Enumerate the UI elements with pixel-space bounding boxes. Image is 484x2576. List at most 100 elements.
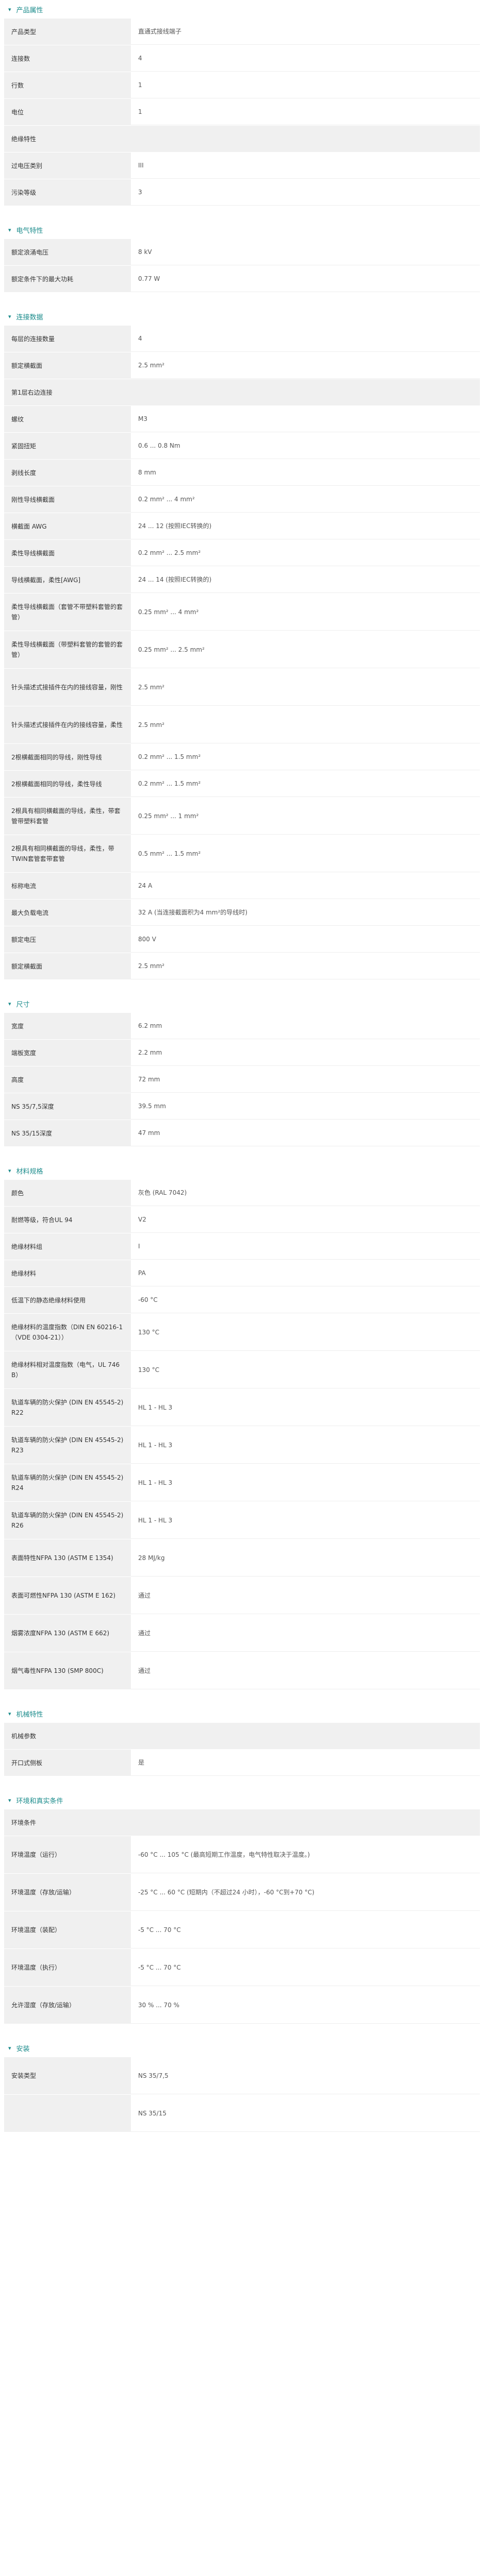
spec-value: PA: [131, 1260, 480, 1286]
spec-value: 3: [131, 179, 480, 206]
spec-label: 绝缘材料: [4, 1260, 131, 1286]
spec-label: 横截面 AWG: [4, 513, 131, 539]
subgroup-header: 绝缘特性: [4, 126, 480, 152]
spec-label: [4, 2095, 131, 2132]
spec-section: ▾ 安装 安装类型 NS 35/7,5 NS 35/15: [4, 2039, 480, 2147]
spec-value: 24 A: [131, 873, 480, 899]
spec-label: 额定条件下的最大功耗: [4, 266, 131, 292]
spec-value: 72 mm: [131, 1066, 480, 1093]
spec-value: 0.25 mm² ... 1 mm²: [131, 798, 480, 835]
spec-value: III: [131, 152, 480, 179]
chevron-down-icon: ▾: [8, 6, 11, 13]
spec-row: 最大负载电流 32 A (当连接截面积为4 mm²的导线时): [4, 900, 480, 926]
chevron-down-icon: ▾: [8, 2044, 11, 2052]
spec-section: ▾ 电气特性 额定浪涌电压 8 kV 额定条件下的最大功耗 0.77 W: [4, 221, 480, 307]
spec-label: 烟雾浓度NFPA 130 (ASTM E 662): [4, 1615, 131, 1652]
spec-value: 2.5 mm²: [131, 706, 480, 743]
spec-value: NS 35/7,5: [131, 2057, 480, 2094]
spec-label: 最大负载电流: [4, 900, 131, 926]
spec-label: 宽度: [4, 1013, 131, 1039]
spec-value: 0.2 mm² ... 2.5 mm²: [131, 540, 480, 566]
spec-row: 环境温度（存放/运输） -25 °C ... 60 °C (短期内（不超过24 小…: [4, 1874, 480, 1911]
spec-value: 47 mm: [131, 1120, 480, 1146]
spec-label: 剥线长度: [4, 460, 131, 486]
spec-row: 耐燃等级，符合UL 94 V2: [4, 1207, 480, 1233]
subgroup-header: 环境条件: [4, 1809, 480, 1836]
spec-row: 柔性导线横截面（套管不带塑料套管的套管） 0.25 mm² ... 4 mm²: [4, 594, 480, 631]
spec-row: 绝缘材料 PA: [4, 1260, 480, 1287]
spec-value: 0.25 mm² ... 4 mm²: [131, 594, 480, 631]
spec-label: 低温下的静态绝缘材料使用: [4, 1287, 131, 1313]
spec-label: 绝缘材料的温度指数（DIN EN 60216-1（VDE 0304-21））: [4, 1314, 131, 1351]
section-header[interactable]: ▾ 安装: [4, 2039, 480, 2057]
spec-row: 针头描述式接插件在内的接线容量，刚性 2.5 mm²: [4, 669, 480, 706]
spec-label: 柔性导线横截面（带塑料套管的套管的套管）: [4, 631, 131, 668]
spec-row: 每层的连接数量 4: [4, 326, 480, 352]
spec-value: 0.77 W: [131, 266, 480, 292]
spec-row: 绝缘材料的温度指数（DIN EN 60216-1（VDE 0304-21）） 13…: [4, 1314, 480, 1351]
spec-row: 柔性导线横截面（带塑料套管的套管的套管） 0.25 mm² ... 2.5 mm²: [4, 631, 480, 669]
spec-row: 额定浪涌电压 8 kV: [4, 239, 480, 266]
spec-label: 标称电流: [4, 873, 131, 899]
spec-label: 污染等级: [4, 179, 131, 206]
spec-row: 标称电流 24 A: [4, 873, 480, 900]
spec-row: 2根横截面相同的导线，刚性导线 0.2 mm² ... 1.5 mm²: [4, 744, 480, 771]
spec-label: 针头描述式接插件在内的接线容量，柔性: [4, 706, 131, 743]
spec-value: 0.5 mm² ... 1.5 mm²: [131, 835, 480, 872]
spec-value: 0.25 mm² ... 2.5 mm²: [131, 631, 480, 668]
spec-row: 导线横截面，柔性[AWG] 24 ... 14 (按照IEC转换的): [4, 567, 480, 594]
spec-label: 紧固扭矩: [4, 433, 131, 459]
spec-label: 2根具有相同横截面的导线，柔性，带TWIN套管套带套管: [4, 835, 131, 872]
section-header[interactable]: ▾ 机械特性: [4, 1704, 480, 1723]
spec-label: 电位: [4, 99, 131, 125]
chevron-down-icon: ▾: [8, 1167, 11, 1174]
spec-value: HL 1 - HL 3: [131, 1389, 480, 1426]
spec-label: NS 35/15深度: [4, 1120, 131, 1146]
spec-row: 绝缘材料组 I: [4, 1233, 480, 1260]
spec-value: 4: [131, 326, 480, 352]
spec-label: 产品类型: [4, 19, 131, 45]
spec-label: 行数: [4, 72, 131, 98]
spec-row: 允许湿度（存放/运输） 30 % ... 70 %: [4, 1987, 480, 2024]
spec-value: -5 °C ... 70 °C: [131, 1949, 480, 1986]
section-header[interactable]: ▾ 电气特性: [4, 221, 480, 239]
spec-row: 2根具有相同横截面的导线，柔性，带TWIN套管套带套管 0.5 mm² ... 1…: [4, 835, 480, 873]
section-header[interactable]: ▾ 环境和真实条件: [4, 1791, 480, 1809]
spec-value: HL 1 - HL 3: [131, 1427, 480, 1464]
spec-value: M3: [131, 406, 480, 432]
section-header[interactable]: ▾ 连接数据: [4, 307, 480, 326]
spec-row: 轨道车辆的防火保护 (DIN EN 45545-2) R23 HL 1 - HL …: [4, 1427, 480, 1464]
spec-row: 额定电压 800 V: [4, 926, 480, 953]
spec-row: 横截面 AWG 24 ... 12 (按照IEC转换的): [4, 513, 480, 540]
spec-label: 额定电压: [4, 926, 131, 953]
spec-label: 连接数: [4, 45, 131, 72]
spec-row: 额定横截面 2.5 mm²: [4, 352, 480, 379]
spec-section: ▾ 尺寸 宽度 6.2 mm 端板宽度 2.2 mm 高度 72 mm NS 35/7,5深度 3…: [4, 994, 480, 1161]
spec-value: -60 °C: [131, 1287, 480, 1313]
spec-value: 2.5 mm²: [131, 352, 480, 379]
spec-row: 2根具有相同横截面的导线，柔性，带套管带塑料套管 0.25 mm² ... 1 m…: [4, 798, 480, 835]
section-header[interactable]: ▾ 尺寸: [4, 994, 480, 1013]
spec-value: 1: [131, 72, 480, 98]
spec-row: 开口式侧板是: [4, 1750, 480, 1776]
spec-row: 绝缘材料相对温度指数（电气，UL 746 B） 130 °C: [4, 1351, 480, 1389]
spec-label: 表面特性NFPA 130 (ASTM E 1354): [4, 1539, 131, 1577]
spec-value: 30 % ... 70 %: [131, 1987, 480, 2024]
spec-value: 24 ... 12 (按照IEC转换的): [131, 513, 480, 539]
section-header[interactable]: ▾ 材料规格: [4, 1161, 480, 1180]
spec-value: 39.5 mm: [131, 1093, 480, 1120]
spec-value: NS 35/15: [131, 2095, 480, 2132]
spec-row: 连接数 4: [4, 45, 480, 72]
section-header[interactable]: ▾ 产品属性: [4, 0, 480, 19]
subgroup-header: 第1层右边连接: [4, 379, 480, 406]
spec-section: ▾ 材料规格 颜色 灰色 (RAL 7042) 耐燃等级，符合UL 94 V2 绝缘材料组 I…: [4, 1161, 480, 1704]
spec-label: 耐燃等级，符合UL 94: [4, 1207, 131, 1233]
spec-row: 额定条件下的最大功耗 0.77 W: [4, 266, 480, 293]
spec-value: HL 1 - HL 3: [131, 1502, 480, 1539]
spec-value: I: [131, 1233, 480, 1260]
chevron-down-icon: ▾: [8, 1000, 11, 1007]
spec-label: 开口式侧板: [4, 1750, 131, 1776]
spec-value: 通过: [131, 1652, 480, 1689]
